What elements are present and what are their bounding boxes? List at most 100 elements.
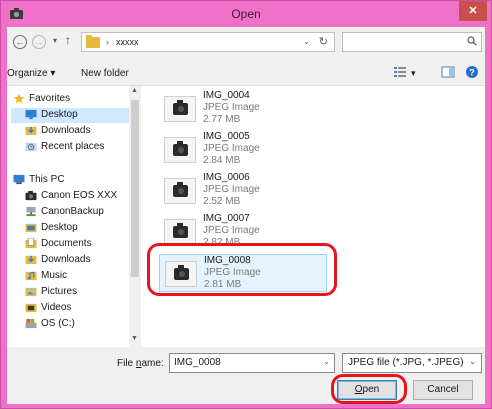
file-name-label: File name: bbox=[117, 358, 164, 369]
title-bar[interactable]: Open ✕ bbox=[1, 1, 491, 27]
file-item[interactable]: IMG_0006 JPEG Image 2.52 MB bbox=[159, 172, 327, 210]
file-type: JPEG Image bbox=[203, 225, 260, 236]
sidebar-item-label: Documents bbox=[41, 238, 92, 249]
new-folder-button[interactable]: New folder bbox=[81, 68, 129, 79]
sidebar-group-favorites[interactable]: Favorites bbox=[13, 92, 123, 107]
navigation-pane: Favorites Desktop Downloads Recent place… bbox=[7, 86, 141, 348]
forward-button[interactable]: → bbox=[32, 35, 46, 49]
file-name: IMG_0007 bbox=[203, 213, 250, 224]
folder-icon bbox=[86, 35, 100, 48]
sidebar-item-label: Music bbox=[41, 270, 68, 281]
desktop-icon bbox=[25, 109, 37, 120]
sidebar-item-label: Canon EOS XXX bbox=[41, 190, 118, 201]
view-dropdown-icon[interactable]: ▾ bbox=[411, 68, 416, 79]
file-name: IMG_0005 bbox=[203, 131, 250, 142]
sidebar-item-desktop[interactable]: Desktop bbox=[11, 108, 129, 123]
documents-icon bbox=[25, 238, 37, 249]
star-icon bbox=[13, 93, 25, 104]
file-item[interactable]: IMG_0005 JPEG Image 2.84 MB bbox=[159, 131, 327, 169]
file-name-field[interactable]: IMG_0008 ⌄ bbox=[169, 353, 335, 373]
open-button[interactable]: Open bbox=[337, 380, 397, 400]
camera-icon bbox=[173, 182, 188, 197]
sidebar-item-label: Desktop bbox=[41, 109, 78, 120]
organize-menu[interactable]: Organize ▾ bbox=[7, 68, 55, 79]
file-name-label-text: ame: bbox=[141, 358, 164, 369]
open-access-key: O bbox=[354, 384, 363, 395]
sidebar-item-os-drive[interactable]: OS (C:) bbox=[25, 317, 129, 332]
downloads-icon bbox=[25, 126, 37, 136]
sidebar-item-pc-desktop[interactable]: Desktop bbox=[25, 221, 129, 236]
help-icon[interactable]: ? bbox=[465, 65, 479, 79]
file-name: IMG_0006 bbox=[203, 172, 250, 183]
recent-places-icon bbox=[25, 142, 37, 152]
sidebar-item-pc-downloads[interactable]: Downloads bbox=[25, 253, 129, 268]
content-area: Favorites Desktop Downloads Recent place… bbox=[7, 85, 485, 348]
scroll-down-arrow[interactable]: ▼ bbox=[131, 335, 138, 342]
sidebar-item-music[interactable]: Music bbox=[25, 269, 129, 284]
dialog-body: ← → ▾ ↑ › xxxxx ⌄ ↻ Organize ▾ New folde… bbox=[7, 27, 485, 404]
file-item[interactable]: IMG_0004 JPEG Image 2.77 MB bbox=[159, 90, 327, 128]
desktop-folder-icon bbox=[25, 223, 37, 233]
svg-text:?: ? bbox=[469, 68, 475, 78]
change-view-icon[interactable] bbox=[393, 65, 407, 79]
up-one-level-button[interactable]: ↑ bbox=[65, 33, 71, 47]
back-button[interactable]: ← bbox=[13, 35, 27, 49]
videos-icon bbox=[25, 303, 37, 313]
sidebar-item-videos[interactable]: Videos bbox=[25, 301, 129, 316]
address-bar[interactable]: › xxxxx ⌄ ↻ bbox=[81, 32, 335, 52]
file-item[interactable]: IMG_0007 JPEG Image 2.82 MB bbox=[159, 213, 327, 251]
search-icon bbox=[467, 36, 477, 46]
camera-icon bbox=[173, 223, 188, 238]
file-item-selected[interactable]: IMG_0008 JPEG Image 2.81 MB bbox=[159, 254, 327, 292]
file-type: JPEG Image bbox=[203, 184, 260, 195]
file-name-dropdown-icon[interactable]: ⌄ bbox=[323, 357, 330, 366]
address-dropdown-icon[interactable]: ⌄ bbox=[303, 37, 310, 46]
music-icon bbox=[25, 271, 37, 281]
close-button[interactable]: ✕ bbox=[459, 1, 487, 21]
file-type-value: JPEG file (*.JPG, *.JPEG) bbox=[348, 357, 464, 368]
sidebar-item-label: Videos bbox=[41, 302, 72, 313]
sidebar-item-label: Recent places bbox=[41, 141, 105, 152]
camera-icon bbox=[25, 190, 37, 201]
navigation-bar: ← → ▾ ↑ › xxxxx ⌄ ↻ bbox=[7, 27, 485, 57]
sidebar-group-label: This PC bbox=[29, 174, 65, 185]
sidebar-item-pictures[interactable]: Pictures bbox=[25, 285, 129, 300]
search-input[interactable] bbox=[342, 32, 482, 52]
sidebar-item-label: CanonBackup bbox=[41, 206, 104, 217]
sidebar-group-this-pc[interactable]: This PC bbox=[13, 173, 123, 188]
file-size: 2.81 MB bbox=[204, 279, 242, 290]
file-type-dropdown-icon[interactable]: ⌄ bbox=[469, 357, 476, 366]
dialog-footer: File name: IMG_0008 ⌄ JPEG file (*.JPG, … bbox=[7, 347, 485, 404]
drive-icon bbox=[25, 318, 37, 329]
preview-pane-icon[interactable] bbox=[441, 65, 455, 79]
scroll-up-arrow[interactable]: ▲ bbox=[131, 87, 138, 94]
breadcrumb-folder[interactable]: xxxxx bbox=[116, 37, 139, 47]
network-drive-icon bbox=[26, 206, 36, 217]
file-type: JPEG Image bbox=[203, 102, 260, 113]
sidebar-item-canon-backup[interactable]: CanonBackup bbox=[25, 205, 129, 220]
sidebar-item-label: Desktop bbox=[41, 222, 78, 233]
sidebar-scrollbar[interactable]: ▲ ▼ bbox=[129, 86, 141, 348]
sidebar-item-documents[interactable]: Documents bbox=[25, 237, 129, 252]
file-size: 2.52 MB bbox=[203, 196, 241, 207]
file-type-select[interactable]: JPEG file (*.JPG, *.JPEG) ⌄ bbox=[342, 353, 482, 373]
image-thumbnail bbox=[165, 261, 197, 287]
file-name-value: IMG_0008 bbox=[174, 357, 221, 368]
scroll-thumb[interactable] bbox=[131, 100, 139, 277]
breadcrumb-separator: › bbox=[106, 37, 109, 47]
open-dialog: Open ✕ ← → ▾ ↑ › xxxxx ⌄ ↻ Organize ▾ Ne… bbox=[0, 0, 492, 409]
sidebar-item-label: Pictures bbox=[41, 286, 78, 297]
cancel-button[interactable]: Cancel bbox=[413, 380, 473, 400]
camera-icon bbox=[173, 141, 188, 156]
sidebar-item-downloads[interactable]: Downloads bbox=[25, 124, 125, 139]
refresh-button[interactable]: ↻ bbox=[319, 35, 328, 48]
camera-icon bbox=[174, 265, 189, 280]
sidebar-item-canon-eos[interactable]: Canon EOS XXX bbox=[25, 189, 129, 204]
image-thumbnail bbox=[164, 96, 196, 122]
sidebar-group-label: Favorites bbox=[29, 93, 71, 104]
file-size: 2.77 MB bbox=[203, 114, 241, 125]
sidebar-item-recent-places[interactable]: Recent places bbox=[25, 140, 129, 155]
camera-icon bbox=[173, 100, 188, 115]
file-type: JPEG Image bbox=[204, 267, 261, 278]
recent-locations-dropdown[interactable]: ▾ bbox=[53, 36, 57, 45]
